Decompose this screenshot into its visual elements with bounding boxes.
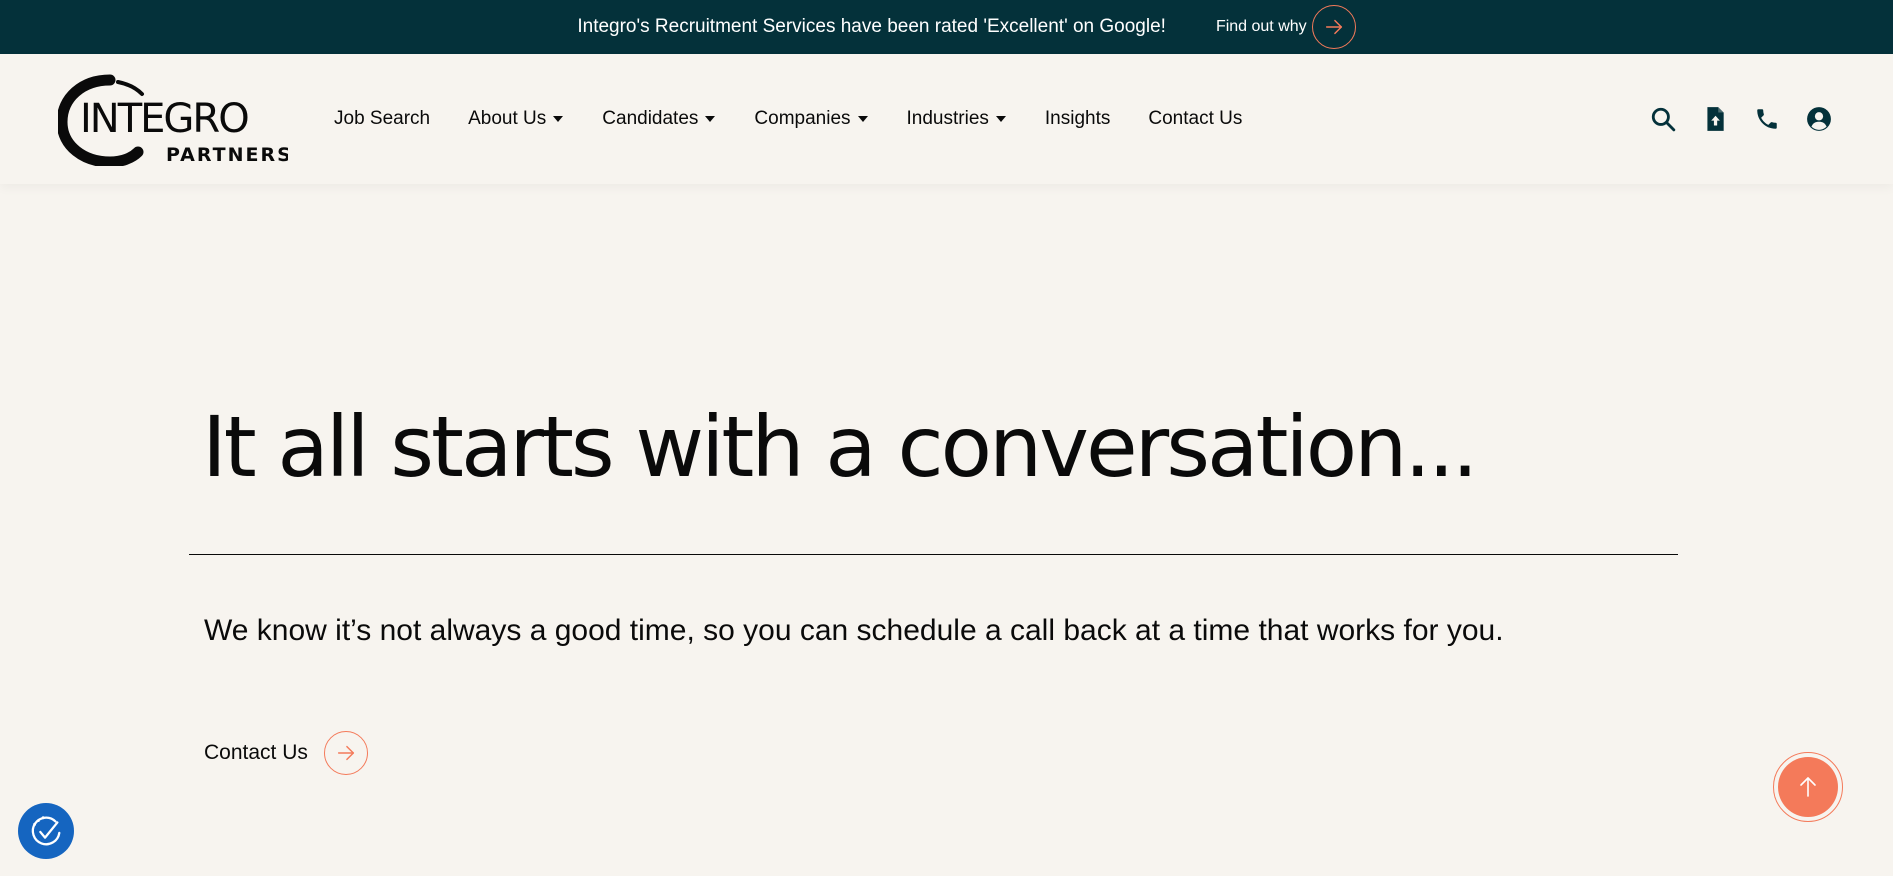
announcement-bar: Integro's Recruitment Services have been… — [0, 0, 1893, 54]
header-icons — [1625, 54, 1833, 184]
divider — [189, 554, 1678, 555]
main-nav: Job Search About Us Candidates Companies… — [334, 54, 1280, 184]
nav-item-insights[interactable]: Insights — [1045, 108, 1110, 130]
nav-item-label: Industries — [906, 108, 989, 129]
scroll-to-top-button[interactable] — [1773, 752, 1843, 822]
nav-item-label: Contact Us — [1148, 108, 1243, 129]
nav-item-label: Job Search — [334, 108, 431, 129]
nav-item-label: Insights — [1044, 108, 1111, 129]
caret-down-icon — [553, 116, 564, 122]
arrow-right-icon[interactable] — [1311, 5, 1356, 49]
caret-down-icon — [857, 116, 868, 122]
search-icon[interactable] — [1649, 105, 1677, 133]
nav-item-about-us[interactable]: About Us — [468, 108, 564, 130]
logo-sub-text: PARTNERS — [166, 144, 288, 166]
accessibility-button[interactable] — [18, 803, 74, 859]
arrow-right-icon[interactable] — [323, 731, 368, 775]
nav-item-label: About Us — [468, 108, 547, 129]
logo-main-text: INTEGRO — [80, 96, 248, 142]
hero-description: We know it’s not always a good time, so … — [204, 614, 1504, 647]
nav-item-industries[interactable]: Industries — [907, 108, 1007, 130]
phone-icon[interactable] — [1753, 105, 1781, 133]
account-icon[interactable] — [1805, 105, 1833, 133]
nav-item-companies[interactable]: Companies — [754, 108, 868, 130]
contact-us-button[interactable]: Contact Us — [204, 731, 384, 775]
nav-item-label: Candidates — [602, 108, 699, 129]
arrow-up-icon — [1778, 757, 1838, 817]
announcement-text: Integro's Recruitment Services have been… — [577, 16, 1166, 37]
contact-us-label: Contact Us — [204, 741, 308, 764]
caret-down-icon — [995, 116, 1006, 122]
nav-item-contact-us[interactable]: Contact Us — [1148, 108, 1242, 130]
caret-down-icon — [705, 116, 716, 122]
nav-item-candidates[interactable]: Candidates — [602, 108, 716, 130]
site-header: INTEGRO PARTNERS Job Search About Us Can… — [0, 54, 1893, 184]
find-out-why-link[interactable]: Find out why — [1216, 5, 1356, 49]
accessibility-icon — [31, 816, 61, 846]
integro-partners-logo[interactable]: INTEGRO PARTNERS — [56, 74, 291, 168]
nav-item-label: Companies — [754, 108, 851, 129]
page-title: It all starts with a conversation... — [202, 398, 1478, 496]
upload-cv-icon[interactable] — [1701, 105, 1729, 133]
nav-item-job-search[interactable]: Job Search — [334, 108, 430, 130]
find-out-why-label: Find out why — [1215, 18, 1307, 35]
